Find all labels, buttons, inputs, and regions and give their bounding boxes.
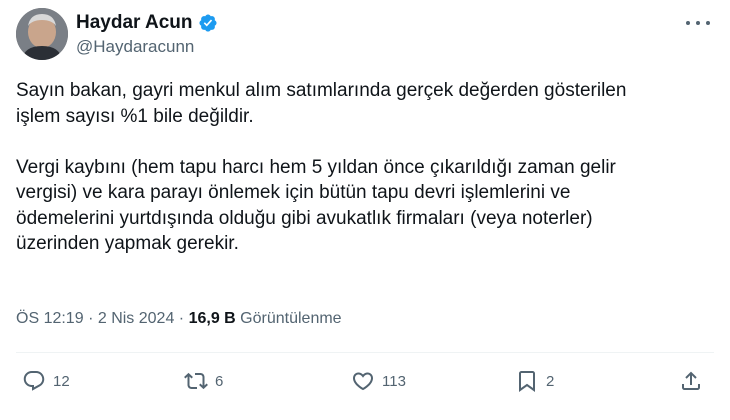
action-bar: 12 6 113 2	[0, 366, 730, 396]
display-name[interactable]: Haydar Acun	[76, 12, 193, 34]
share-button[interactable]	[679, 366, 703, 396]
meta-separator: ·	[88, 310, 94, 327]
like-button[interactable]: 113	[351, 366, 406, 396]
reply-icon	[23, 371, 45, 391]
bookmark-count: 2	[546, 372, 555, 390]
more-icon[interactable]	[686, 18, 710, 28]
share-icon	[682, 371, 700, 390]
author-name-row: Haydar Acun	[76, 12, 218, 34]
tweet-paragraph: Vergi kaybını (hem tapu harcı hem 5 yıld…	[16, 156, 616, 255]
more-dot	[686, 21, 690, 25]
tweet-paragraph: Sayın bakan, gayri menkul alım satımları…	[16, 80, 627, 127]
meta-separator: ·	[178, 310, 185, 327]
views-count: 16,9 B	[188, 310, 236, 327]
views-label: Görüntülenme	[240, 310, 342, 327]
tweet-text: Sayın bakan, gayri menkul alım satımları…	[16, 78, 706, 257]
avatar[interactable]	[16, 8, 68, 60]
reply-button[interactable]: 12	[22, 366, 70, 396]
divider	[16, 352, 714, 353]
bookmark-button[interactable]: 2	[515, 366, 554, 396]
handle[interactable]: @Haydaracunn	[76, 37, 194, 57]
retweet-count: 6	[215, 372, 224, 390]
bookmark-icon	[519, 371, 535, 392]
heart-icon	[352, 372, 374, 391]
avatar-image	[16, 8, 68, 60]
retweet-icon	[184, 372, 208, 390]
tweet-time[interactable]: ÖS 12:19	[16, 310, 84, 327]
more-dot	[696, 21, 700, 25]
tweet-date[interactable]: 2 Nis 2024	[98, 310, 175, 327]
reply-count: 12	[53, 372, 70, 390]
tweet-meta: ÖS 12:19 · 2 Nis 2024 · 16,9 B Görüntüle…	[16, 309, 342, 329]
more-dot	[706, 21, 710, 25]
retweet-button[interactable]: 6	[184, 366, 223, 396]
like-count: 113	[382, 372, 406, 390]
verified-badge-icon	[198, 13, 218, 33]
